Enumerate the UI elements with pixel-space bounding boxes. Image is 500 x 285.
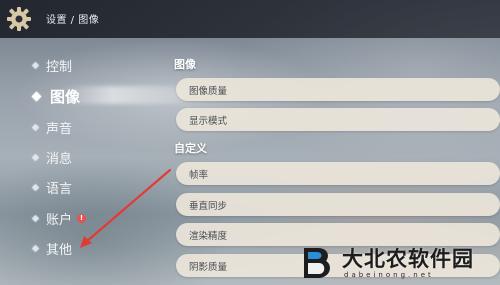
sidebar-item-label: 账户	[46, 212, 73, 228]
watermark-logo	[304, 247, 330, 278]
sidebar-item-sound[interactable]: 声音	[31, 115, 73, 139]
sidebar-item-other[interactable]: 其他	[31, 236, 73, 260]
sidebar-item-label: 语言	[46, 181, 73, 197]
alert-badge: !	[77, 213, 87, 223]
sidebar-item-label: 图像	[50, 87, 81, 106]
setting-row-vsync[interactable]: 垂直同步	[176, 193, 500, 216]
setting-label: 图像质量	[189, 85, 228, 97]
section-title-custom: 自定义	[174, 142, 207, 155]
watermark-subtext: dabeinong.net	[344, 270, 434, 279]
setting-row-frame-rate[interactable]: 帧率	[176, 162, 500, 185]
setting-label: 显示模式	[189, 115, 228, 127]
diamond-bullet-icon	[31, 123, 40, 131]
setting-label: 阴影质量	[189, 261, 228, 273]
diamond-bullet-icon	[31, 183, 40, 191]
section-title-graphics: 图像	[174, 58, 196, 71]
sidebar-item-label: 声音	[46, 121, 73, 137]
watermark-text: 大北农软件园	[342, 246, 474, 271]
sidebar-item-controls[interactable]: 控制	[31, 53, 73, 77]
sidebar-item-label: 其他	[46, 242, 73, 258]
diamond-bullet-icon	[31, 153, 40, 161]
setting-row-graphics-quality[interactable]: 图像质量	[176, 78, 500, 101]
diamond-bullet-icon	[31, 214, 40, 222]
diamond-bullet-icon	[31, 61, 40, 69]
diamond-bullet-icon	[31, 244, 40, 252]
setting-label: 渲染精度	[189, 230, 228, 242]
setting-label: 帧率	[189, 169, 209, 181]
sidebar-item-label: 消息	[46, 151, 73, 167]
sidebar-item-graphics[interactable]: 图像	[31, 84, 81, 108]
sidebar-item-messages[interactable]: 消息	[31, 145, 73, 169]
sidebar-item-account[interactable]: 账户 !	[31, 206, 87, 230]
setting-row-display-mode[interactable]: 显示模式	[176, 108, 500, 131]
sidebar-item-language[interactable]: 语言	[31, 175, 73, 199]
breadcrumb-text: 设置 / 图像	[46, 15, 100, 26]
setting-label: 垂直同步	[189, 200, 228, 212]
gear-icon	[7, 7, 31, 31]
breadcrumb: 设置 / 图像	[46, 11, 99, 26]
watermark: 大北农软件园 dabeinong.net	[300, 240, 500, 285]
sidebar-item-label: 控制	[46, 59, 73, 75]
